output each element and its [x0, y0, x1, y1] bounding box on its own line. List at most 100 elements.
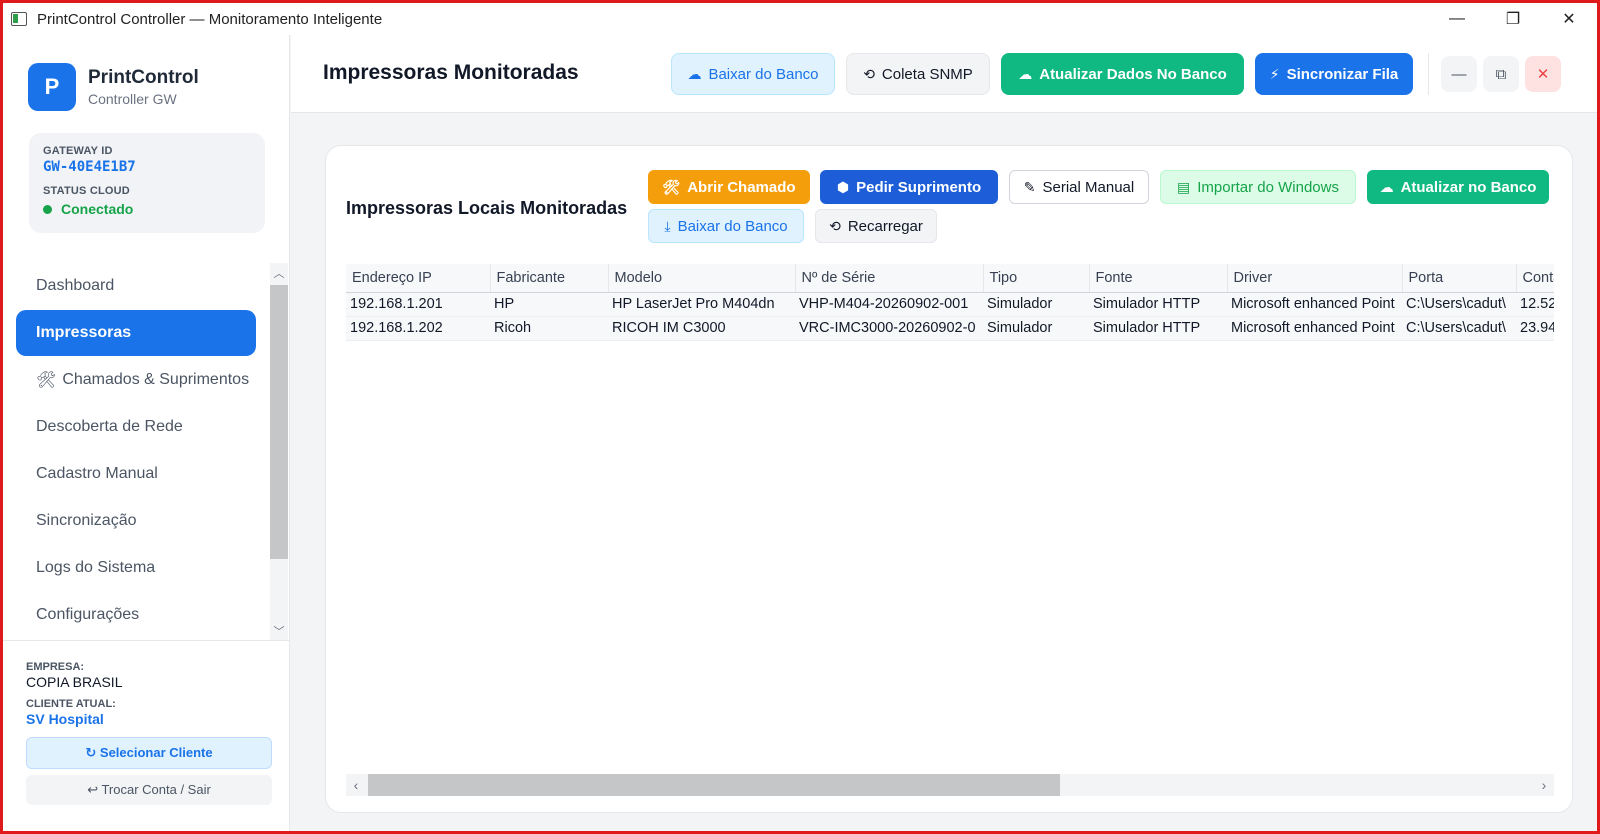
table-cell: Microsoft enhanced Point	[1227, 292, 1402, 317]
printers-card: Impressoras Locais Monitoradas 🛠 Abrir Ch…	[325, 145, 1573, 813]
app-window: PrintControl Controller — Monitoramento …	[0, 0, 1600, 834]
table-row[interactable]: 192.168.1.202 Ricoh RICOH IM C3000 VRC-I…	[346, 316, 1554, 341]
import-windows-button[interactable]: ▤ Importar do Windows	[1160, 170, 1356, 204]
company-label: EMPRESA:	[26, 661, 85, 673]
sidebar-item-configuracoes[interactable]: Configurações	[16, 592, 256, 638]
open-ticket-button[interactable]: 🛠 Abrir Chamado	[648, 170, 810, 204]
header-divider	[1428, 53, 1429, 95]
sync-queue-button[interactable]: ⚡ Sincronizar Fila	[1255, 53, 1413, 95]
table-cell: Ricoh	[490, 316, 608, 341]
table-header-row: Endereço IP Fabricante Modelo Nº de Séri…	[346, 264, 1554, 293]
reload-button[interactable]: ⟲ Recarregar	[815, 209, 937, 243]
sidebar-item-descoberta[interactable]: Descoberta de Rede	[16, 404, 256, 450]
column-header[interactable]: Fabricante	[490, 264, 609, 293]
status-cloud-label: STATUS CLOUD	[43, 185, 130, 197]
table-cell: C:\Users\cadut\	[1402, 292, 1516, 317]
table-cell: HP LaserJet Pro M404dn	[608, 292, 795, 317]
gateway-id-value: GW-40E4E1B7	[43, 159, 136, 175]
lightning-icon: ⚡	[1269, 65, 1280, 82]
brand-name: PrintControl	[88, 67, 199, 88]
sidebar-item-sincronizacao[interactable]: Sincronização	[16, 498, 256, 544]
company-value: COPIA BRASIL	[26, 674, 123, 690]
cloud-icon: ☁	[1018, 65, 1033, 82]
close-icon[interactable]: ✕	[1525, 56, 1561, 92]
sidebar-scrollbar[interactable]: ︿ ﹀	[270, 263, 288, 641]
printers-table: Endereço IP Fabricante Modelo Nº de Séri…	[346, 264, 1554, 341]
table-cell: 23.94	[1516, 316, 1554, 341]
window-minimize-button[interactable]: —	[1429, 3, 1485, 35]
column-header[interactable]: Conta	[1516, 264, 1554, 293]
column-header[interactable]: Endereço IP	[346, 264, 491, 293]
refresh-box-icon: ⟲	[863, 65, 875, 82]
restore-icon[interactable]: ⧉	[1483, 56, 1519, 92]
window-title: PrintControl Controller — Monitoramento …	[37, 10, 383, 28]
column-header[interactable]: Nº de Série	[795, 264, 984, 293]
status-text: Conectado	[61, 201, 134, 217]
printers-table-container: Endereço IP Fabricante Modelo Nº de Séri…	[346, 264, 1554, 764]
table-cell: VHP-M404-20260902-001	[795, 292, 983, 317]
client-label: CLIENTE ATUAL:	[26, 698, 116, 710]
sidebar: P PrintControl Controller GW GATEWAY ID …	[3, 35, 290, 831]
pencil-icon: ✎	[1023, 178, 1036, 195]
table-horizontal-scrollbar[interactable]: ‹ ›	[346, 774, 1554, 796]
select-client-button[interactable]: ↻ Selecionar Cliente	[26, 737, 272, 769]
brand-logo: P	[28, 63, 76, 111]
scroll-right-icon[interactable]: ›	[1534, 774, 1554, 796]
scroll-left-icon[interactable]: ‹	[346, 774, 366, 796]
gateway-id-label: GATEWAY ID	[43, 145, 113, 157]
download-from-db-button[interactable]: ☁ Baixar do Banco	[671, 53, 835, 95]
window-close-button[interactable]: ✕	[1541, 3, 1597, 35]
manual-serial-button[interactable]: ✎ Serial Manual	[1009, 170, 1149, 204]
table-cell: HP	[490, 292, 608, 317]
table-cell: Simulador HTTP	[1089, 316, 1227, 341]
table-cell: 192.168.1.202	[346, 316, 490, 341]
scroll-up-icon[interactable]: ︿	[270, 263, 288, 283]
sidebar-item-cadastro[interactable]: Cadastro Manual	[16, 451, 256, 497]
box-icon: ⬢	[836, 178, 850, 195]
column-header[interactable]: Modelo	[608, 264, 796, 293]
sidebar-item-dashboard[interactable]: Dashboard	[16, 263, 256, 309]
minimize-icon[interactable]: —	[1441, 56, 1477, 92]
column-header[interactable]: Tipo	[983, 264, 1090, 293]
column-header[interactable]: Driver	[1227, 264, 1403, 293]
scroll-down-icon[interactable]: ﹀	[270, 621, 288, 641]
page-header: Impressoras Monitoradas ☁ Baixar do Banco…	[291, 35, 1597, 113]
table-cell: Simulador	[983, 316, 1089, 341]
status-dot-icon	[43, 204, 52, 214]
window-titlebar: PrintControl Controller — Monitoramento …	[3, 3, 1597, 35]
switch-account-button[interactable]: ↩ Trocar Conta / Sair	[26, 775, 272, 805]
table-cell: Simulador	[983, 292, 1089, 317]
sidebar-item-chamados[interactable]: 🛠 Chamados & Suprimentos	[16, 357, 256, 403]
snmp-collect-button[interactable]: ⟲ Coleta SNMP	[846, 53, 990, 95]
cloud-icon: ☁	[1379, 178, 1394, 195]
gateway-card: GATEWAY ID GW-40E4E1B7 STATUS CLOUD Cone…	[29, 133, 265, 233]
download-icon: ⤓	[664, 217, 671, 234]
sidebar-scroll-thumb[interactable]	[270, 285, 288, 559]
monitor-icon: ▤	[1177, 178, 1191, 195]
table-cell: VRC-IMC3000-20260902-0	[795, 316, 983, 341]
table-cell: C:\Users\cadut\	[1402, 316, 1516, 341]
brand: P PrintControl Controller GW	[28, 63, 199, 111]
table-scroll-thumb[interactable]	[368, 774, 1060, 796]
tools-icon: 🛠	[662, 178, 681, 195]
table-row[interactable]: 192.168.1.201 HP HP LaserJet Pro M404dn …	[346, 292, 1554, 317]
column-header[interactable]: Fonte	[1089, 264, 1228, 293]
sidebar-item-impressoras[interactable]: Impressoras	[16, 310, 256, 356]
table-cell: Simulador HTTP	[1089, 292, 1227, 317]
status-cloud-value: Conectado	[43, 201, 251, 217]
window-restore-button[interactable]: ❐	[1485, 3, 1541, 35]
refresh-box-icon: ⟲	[829, 217, 841, 234]
table-cell: 12.52	[1516, 292, 1554, 317]
card-title: Impressoras Locais Monitoradas	[346, 198, 628, 218]
update-in-db-button[interactable]: ☁ Atualizar no Banco	[1367, 170, 1549, 204]
sidebar-nav: Dashboard Impressoras 🛠 Chamados & Suprim…	[16, 263, 269, 643]
card-download-from-db-button[interactable]: ⤓ Baixar do Banco	[648, 209, 804, 243]
update-db-data-button[interactable]: ☁ Atualizar Dados No Banco	[1001, 53, 1244, 95]
app-icon	[11, 12, 27, 26]
request-supply-button[interactable]: ⬢ Pedir Suprimento	[820, 170, 998, 204]
table-cell: RICOH IM C3000	[608, 316, 795, 341]
tools-icon: 🛠	[36, 372, 57, 389]
column-header[interactable]: Porta	[1402, 264, 1517, 293]
sidebar-item-logs[interactable]: Logs do Sistema	[16, 545, 256, 591]
window-controls: — ❐ ✕	[1429, 3, 1597, 35]
